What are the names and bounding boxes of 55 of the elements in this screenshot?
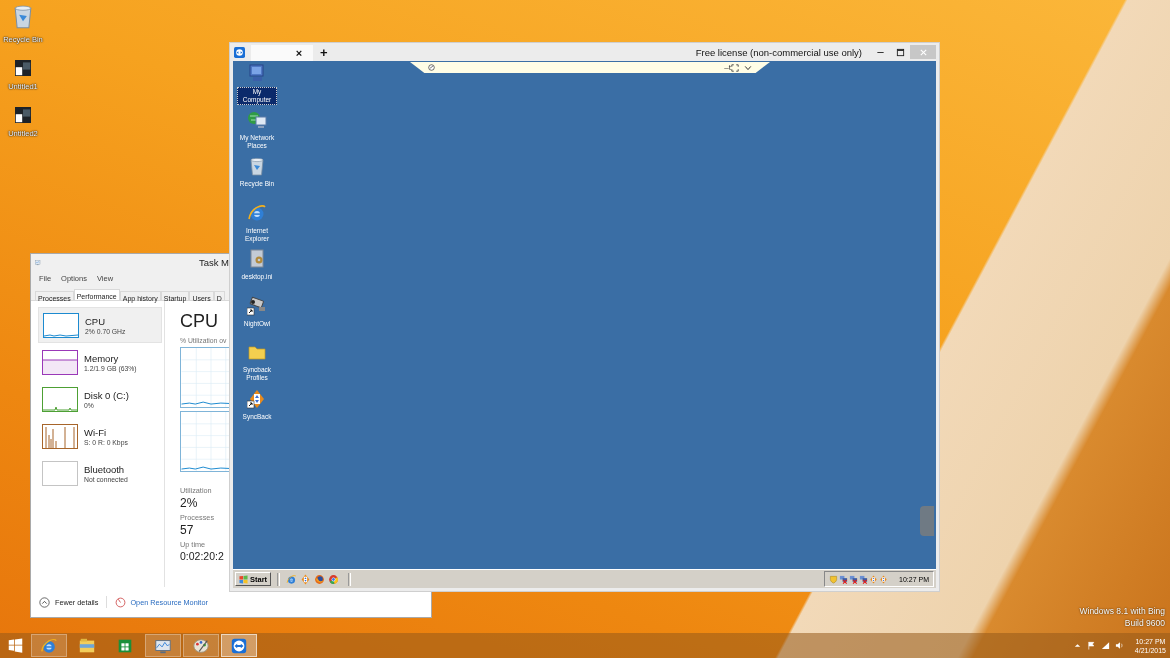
os-version-text: Windows 8.1 with Bing [1079, 606, 1165, 616]
recycle-bin-icon[interactable] [247, 156, 267, 176]
toolbar-text[interactable]: t [728, 63, 731, 72]
flag-icon[interactable] [1086, 641, 1096, 650]
resource-name: Memory [84, 352, 120, 364]
section-heading: CPU [180, 311, 219, 331]
resource-name: CPU [85, 315, 107, 327]
stat-value: 57 [180, 523, 195, 537]
monitor-icon [35, 257, 41, 268]
stat-value: 0:02:20:2 [180, 550, 225, 562]
network-icon[interactable] [247, 109, 267, 130]
taskbar-button[interactable] [145, 634, 181, 657]
palette-icon [192, 636, 210, 655]
sync-icon[interactable] [247, 388, 267, 409]
resource-name: Bluetooth [84, 463, 126, 475]
fullscreen-icon[interactable] [731, 63, 739, 72]
browser-icon[interactable] [328, 573, 340, 585]
browser-icon[interactable] [314, 573, 326, 585]
taskbar-button[interactable] [221, 634, 257, 657]
license-text: Free license (non-commercial use only) [695, 46, 862, 58]
remote-control-icon [230, 636, 248, 655]
close-icon [918, 47, 928, 57]
close-tab-button[interactable]: × [289, 46, 309, 60]
taskbar-button[interactable] [31, 634, 67, 657]
window-title: Task M [198, 257, 229, 268]
maximize-icon [895, 47, 905, 57]
camera-icon[interactable] [247, 295, 267, 316]
resource-name: Disk 0 (C:) [84, 389, 129, 401]
connection-tab[interactable]: × [251, 45, 313, 61]
usage-graph [180, 347, 229, 408]
toolbar-text[interactable]: – [724, 63, 729, 72]
folder-icon [78, 636, 96, 655]
stat-value: 2% [180, 496, 199, 510]
browser-icon[interactable] [286, 573, 298, 585]
chevron-down-icon[interactable] [744, 63, 752, 72]
new-tab-button[interactable]: + [320, 44, 328, 60]
pin-icon[interactable] [428, 64, 435, 71]
os-version-text: Build 9600 [1124, 618, 1165, 628]
resource-name: Wi-Fi [84, 426, 108, 438]
speaker-icon[interactable] [1114, 641, 1124, 650]
usage-graph [180, 411, 229, 472]
browser-icon [40, 636, 58, 655]
side-handle[interactable] [920, 506, 934, 536]
chevron-up-icon [39, 596, 50, 608]
chevron-up-icon[interactable] [1072, 641, 1082, 650]
browser-icon[interactable] [247, 202, 267, 223]
document-icon[interactable] [247, 249, 267, 269]
computer-icon[interactable] [247, 63, 267, 83]
network-error-icon[interactable] [839, 574, 849, 584]
signal-icon[interactable] [1100, 641, 1110, 650]
windows-logo-icon[interactable] [8, 638, 23, 653]
windows-logo-icon [239, 574, 248, 584]
taskbar-button[interactable] [183, 634, 219, 657]
gauge-icon [115, 596, 127, 608]
app-logo-icon [234, 46, 245, 58]
